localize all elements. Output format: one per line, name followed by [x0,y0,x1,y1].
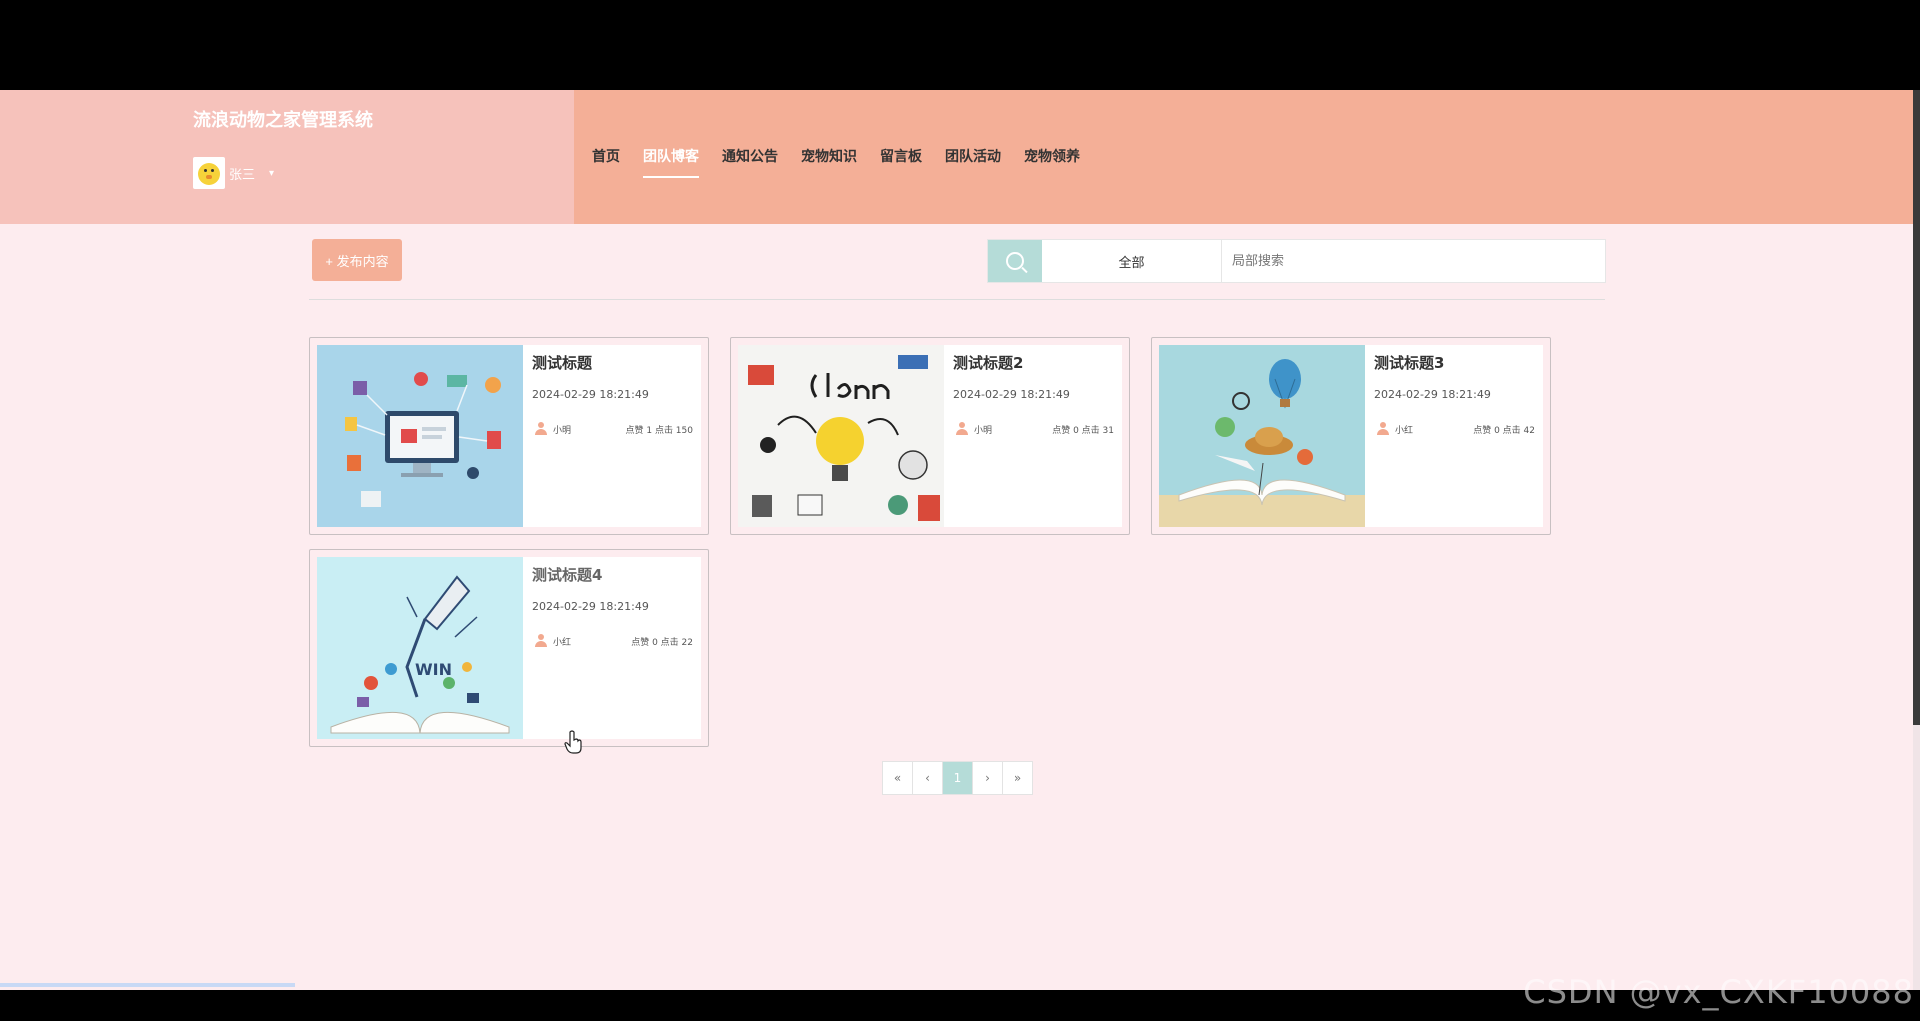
search-icon [1006,252,1024,270]
card-inner: 测试标题 2024-02-29 18:21:49 小明 点赞 1 点击 150 [317,345,701,527]
page: 流浪动物之家管理系统 张三 ▾ 首页 团队博客 通知公告 宠物知识 留言板 团队… [0,90,1913,990]
top-nav: 首页 团队博客 通知公告 宠物知识 留言板 团队活动 宠物领养 [574,90,1913,224]
divider [309,299,1605,300]
nav-item-message-board[interactable]: 留言板 [880,146,922,178]
nav-item-notices[interactable]: 通知公告 [722,146,778,178]
avatar-beak-icon [206,175,212,179]
site-title: 流浪动物之家管理系统 [193,110,373,131]
card-author: 小明 [553,426,572,436]
card-body: 测试标题4 2024-02-29 18:21:49 小红 点赞 0 点击 22 [523,557,701,739]
card-date: 2024-02-29 18:21:49 [532,600,649,613]
card-stats: 点赞 0 点击 31 [1052,426,1114,436]
avatar-eye-icon [211,169,214,172]
publish-button[interactable]: + 发布内容 [312,239,402,281]
nav-list: 首页 团队博客 通知公告 宠物知识 留言板 团队活动 宠物领养 [592,146,1103,178]
card-title[interactable]: 测试标题2 [953,352,1023,373]
card-author: 小明 [974,426,993,436]
person-icon [535,422,547,435]
search-button[interactable] [988,240,1042,282]
pagination: « ‹ 1 › » [882,761,1033,795]
card-date: 2024-02-29 18:21:49 [953,388,1070,401]
card-body: 测试标题 2024-02-29 18:21:49 小明 点赞 1 点击 150 [523,345,701,527]
toolbar: + 发布内容 全部 [0,224,1913,304]
nav-item-team-blog[interactable]: 团队博客 [643,146,699,178]
card-author: 小红 [553,638,572,648]
card-date: 2024-02-29 18:21:49 [532,388,649,401]
search-input[interactable] [1222,240,1605,282]
card-inner: 测试标题2 2024-02-29 18:21:49 小明 点赞 0 点击 31 [738,345,1122,527]
hand-pointer-icon [564,730,582,754]
card-body: 测试标题2 2024-02-29 18:21:49 小明 点赞 0 点击 31 [944,345,1122,527]
page-current-button[interactable]: 1 [943,762,973,794]
scrollbar[interactable] [1913,90,1920,990]
person-icon [535,634,547,647]
card-stats: 点赞 0 点击 22 [631,638,693,648]
header: 流浪动物之家管理系统 张三 ▾ 首页 团队博客 通知公告 宠物知识 留言板 团队… [0,90,1913,224]
card-thumbnail-marketing[interactable] [317,345,523,527]
blog-card[interactable]: 测试标题 2024-02-29 18:21:49 小明 点赞 1 点击 150 [309,337,709,535]
card-date: 2024-02-29 18:21:49 [1374,388,1491,401]
nav-item-home[interactable]: 首页 [592,146,620,178]
page-next-button[interactable]: › [973,762,1003,794]
avatar-face-icon [198,163,220,185]
card-title[interactable]: 测试标题3 [1374,352,1444,373]
status-line [0,983,295,987]
card-inner: WIN 测试标题4 2024-02-29 18:21:49 小红 点赞 0 点击… [317,557,701,739]
card-stats: 点赞 0 点击 42 [1473,426,1535,436]
filter-select[interactable]: 全部 [1042,240,1222,282]
card-title[interactable]: 测试标题 [532,352,592,373]
blog-card[interactable]: 测试标题2 2024-02-29 18:21:49 小明 点赞 0 点击 31 [730,337,1130,535]
user-menu[interactable]: 张三 ▾ [193,156,274,190]
brand-panel: 流浪动物之家管理系统 张三 ▾ [0,90,574,224]
nav-item-pet-adoption[interactable]: 宠物领养 [1024,146,1080,178]
page-last-button[interactable]: » [1003,762,1032,794]
scrollbar-thumb[interactable] [1913,90,1920,725]
card-author: 小红 [1395,426,1414,436]
card-body: 测试标题3 2024-02-29 18:21:49 小红 点赞 0 点击 42 [1365,345,1543,527]
card-thumbnail-learn[interactable] [738,345,944,527]
avatar[interactable] [193,157,225,189]
nav-item-pet-knowledge[interactable]: 宠物知识 [801,146,857,178]
card-inner: 测试标题3 2024-02-29 18:21:49 小红 点赞 0 点击 42 [1159,345,1543,527]
card-title[interactable]: 测试标题4 [532,564,602,585]
card-thumbnail-book-rocket-win[interactable]: WIN [317,557,523,739]
user-name[interactable]: 张三 [229,164,255,183]
page-first-button[interactable]: « [883,762,913,794]
svg-text:WIN: WIN [415,660,452,679]
avatar-eye-icon [204,169,207,172]
page-prev-button[interactable]: ‹ [913,762,943,794]
person-icon [1377,422,1389,435]
card-stats: 点赞 1 点击 150 [625,426,694,436]
search-group: 全部 [987,239,1606,283]
card-thumbnail-book-travel[interactable] [1159,345,1365,527]
blog-card[interactable]: 测试标题3 2024-02-29 18:21:49 小红 点赞 0 点击 42 [1151,337,1551,535]
caret-down-icon[interactable]: ▾ [269,168,274,179]
blog-card[interactable]: WIN 测试标题4 2024-02-29 18:21:49 小红 点赞 0 点击… [309,549,709,747]
watermark: CSDN @vx_CXKF10088 [1523,973,1914,1011]
nav-item-team-activities[interactable]: 团队活动 [945,146,1001,178]
person-icon [956,422,968,435]
